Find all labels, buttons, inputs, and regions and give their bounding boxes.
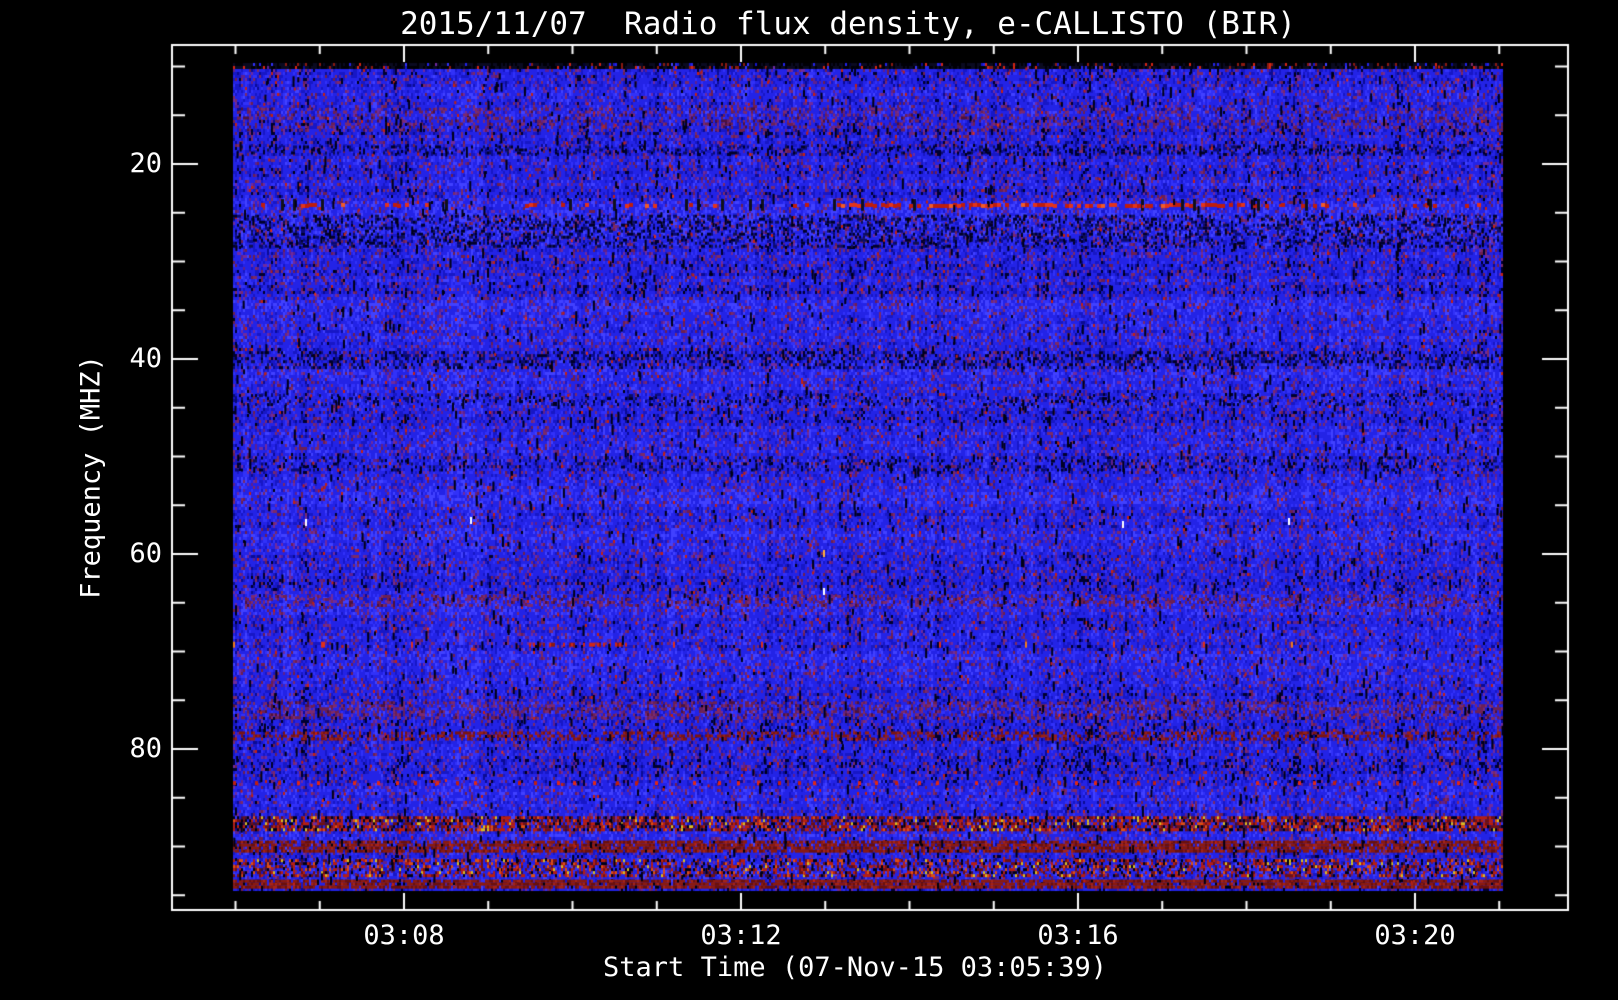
y-tick-label: 80 [129,733,162,764]
y-tick-label: 20 [129,148,162,179]
x-tick-label: 03:20 [1374,920,1456,951]
y-tick-label: 60 [129,538,162,569]
x-tick-label: 03:16 [1037,920,1119,951]
chart-title: 2015/11/07 Radio flux density, e-CALLIST… [400,6,1296,42]
x-axis-label: Start Time (07-Nov-15 03:05:39) [603,952,1107,983]
y-tick-label: 40 [129,343,162,374]
spectrogram-page: 2015/11/07 Radio flux density, e-CALLIST… [0,0,1618,1000]
x-tick-label: 03:12 [700,920,782,951]
x-tick-label: 03:08 [363,920,445,951]
spectrogram-canvas [0,0,1618,1000]
